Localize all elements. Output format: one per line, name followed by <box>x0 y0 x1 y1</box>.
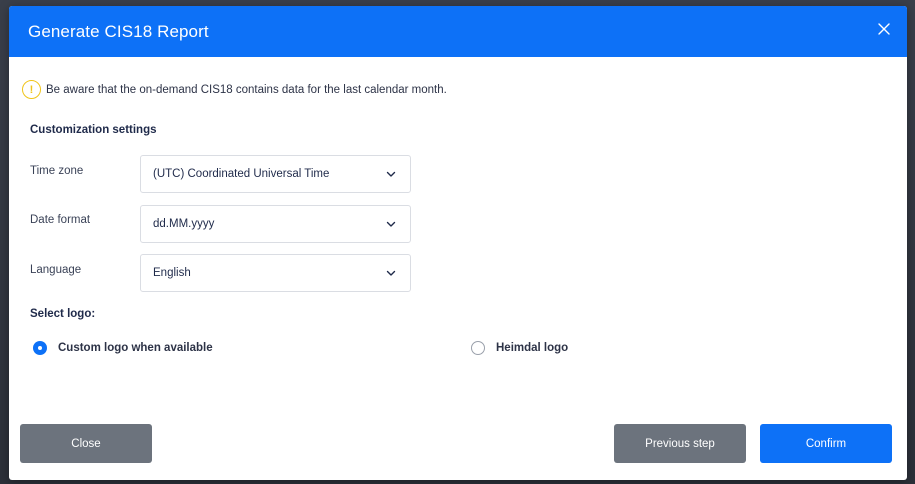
language-label: Language <box>30 264 82 276</box>
time-zone-value: (UTC) Coordinated Universal Time <box>153 168 330 180</box>
close-button[interactable]: Close <box>20 424 152 463</box>
customization-settings-title: Customization settings <box>30 124 157 136</box>
heimdal-logo-label: Heimdal logo <box>496 342 569 354</box>
date-format-value: dd.MM.yyyy <box>153 218 215 230</box>
dialog-title: Generate CIS18 Report <box>28 21 209 41</box>
chevron-down-icon <box>386 171 396 177</box>
radio-unchecked-icon[interactable] <box>471 341 485 355</box>
notice-text: Be aware that the on-demand CIS18 contai… <box>46 83 447 96</box>
language-value: English <box>153 267 191 279</box>
time-zone-select[interactable]: (UTC) Coordinated Universal Time <box>140 155 411 193</box>
language-select[interactable]: English <box>140 254 411 292</box>
warning-icon: ! <box>22 80 41 99</box>
chevron-down-icon <box>386 270 396 276</box>
previous-step-button[interactable]: Previous step <box>614 424 746 463</box>
heimdal-logo-option[interactable]: Heimdal logo <box>471 341 568 355</box>
confirm-button[interactable]: Confirm <box>760 424 892 463</box>
date-format-label: Date format <box>30 214 91 226</box>
dialog-header: Generate CIS18 Report <box>9 6 907 57</box>
date-format-select[interactable]: dd.MM.yyyy <box>140 205 411 243</box>
generate-report-dialog: Generate CIS18 Report ! Be aware that th… <box>9 6 907 480</box>
notice-banner: ! Be aware that the on-demand CIS18 cont… <box>22 80 447 99</box>
select-logo-title: Select logo: <box>30 308 96 320</box>
close-icon[interactable] <box>875 20 893 38</box>
custom-logo-label: Custom logo when available <box>58 342 213 354</box>
chevron-down-icon <box>386 221 396 227</box>
radio-checked-icon[interactable] <box>33 341 47 355</box>
custom-logo-option[interactable]: Custom logo when available <box>33 341 213 355</box>
time-zone-label: Time zone <box>30 165 84 177</box>
